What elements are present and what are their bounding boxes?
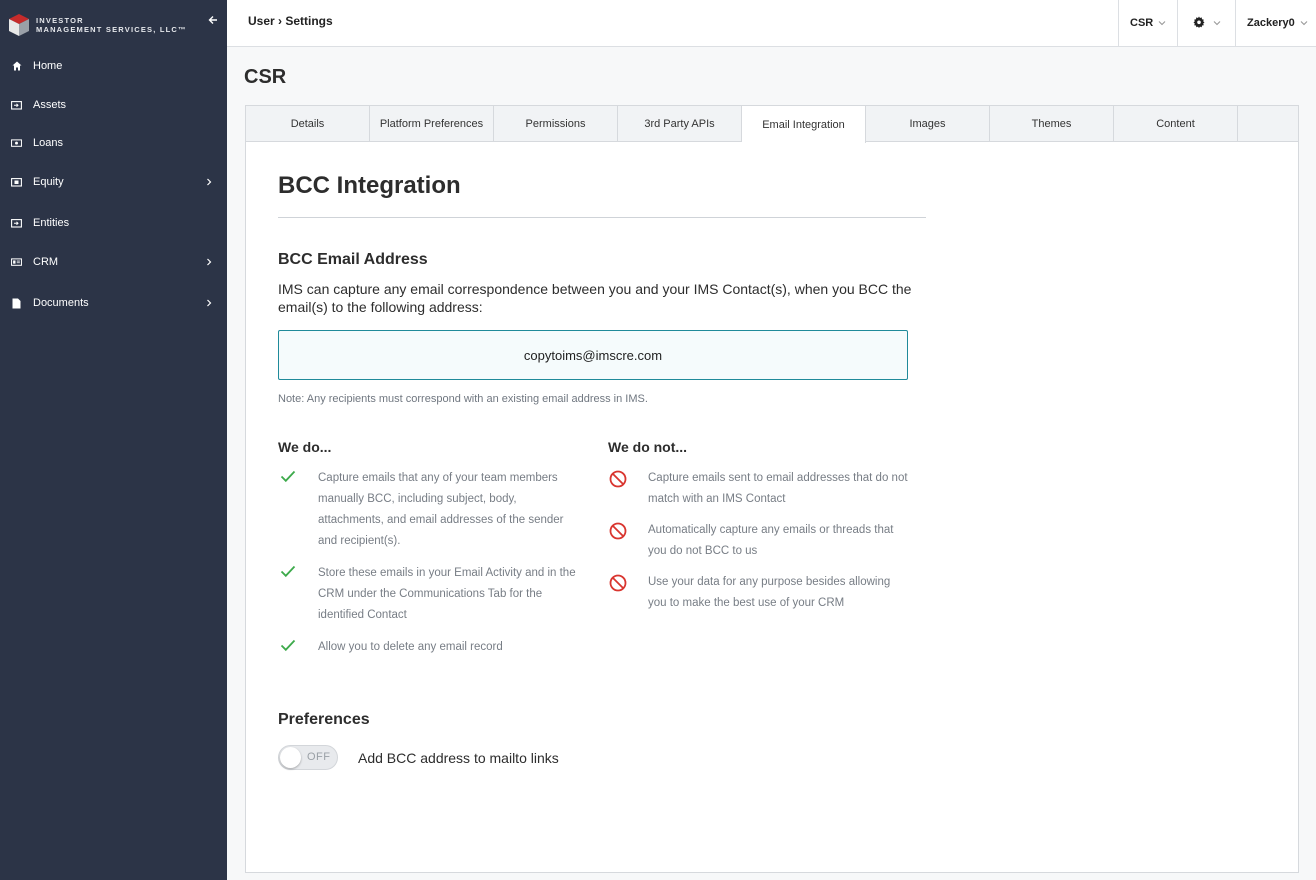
sidebar-item-crm[interactable]: CRM xyxy=(0,244,227,280)
we-do-text: Store these emails in your Email Activit… xyxy=(318,567,576,621)
tab-images[interactable]: Images xyxy=(866,106,990,142)
topbar-divider xyxy=(1177,0,1178,46)
tab-email-integration[interactable]: Email Integration xyxy=(742,106,866,143)
page-title: CSR xyxy=(244,66,287,88)
assets-icon xyxy=(11,100,22,111)
we-do-item: Store these emails in your Email Activit… xyxy=(278,563,578,626)
sidebar-item-label: Equity xyxy=(33,176,64,188)
org-switcher[interactable]: CSR xyxy=(1130,0,1166,46)
gear-icon xyxy=(1193,16,1205,31)
tab-3rd-party-apis[interactable]: 3rd Party APIs xyxy=(618,106,742,142)
brand-logo[interactable]: INVESTOR MANAGEMENT SERVICES, LLC™ xyxy=(8,12,208,38)
settings-panel: Details Platform Preferences Permissions… xyxy=(245,105,1299,873)
we-do-not-text: Capture emails sent to email addresses t… xyxy=(648,472,908,505)
we-do-text: Capture emails that any of your team mem… xyxy=(318,472,564,547)
user-menu-button[interactable]: Zackery0 xyxy=(1247,0,1308,46)
org-name: CSR xyxy=(1130,17,1154,29)
sidebar-item-equity[interactable]: Equity xyxy=(0,164,227,200)
sidebar-item-entities[interactable]: Entities xyxy=(0,205,227,241)
sidebar-item-loans[interactable]: Loans xyxy=(0,125,227,161)
tab-content[interactable]: Content xyxy=(1114,106,1238,142)
home-icon xyxy=(11,61,22,72)
we-do-item: Allow you to delete any email record xyxy=(278,637,578,658)
topbar: User › Settings CSR Zackery0 xyxy=(227,0,1316,47)
collapse-sidebar-button[interactable] xyxy=(206,14,220,28)
checkmark-icon xyxy=(278,563,298,583)
settings-tabs: Details Platform Preferences Permissions… xyxy=(246,106,1298,143)
tabs-filler xyxy=(1238,106,1298,141)
loans-icon xyxy=(11,138,22,149)
we-do-heading: We do... xyxy=(278,439,332,455)
sidebar-item-documents[interactable]: Documents xyxy=(0,285,227,321)
equity-icon xyxy=(11,177,22,188)
sidebar-item-label: Home xyxy=(33,60,63,72)
sidebar-item-assets[interactable]: Assets xyxy=(0,87,227,123)
sidebar-item-label: CRM xyxy=(33,256,59,268)
sidebar-item-label: Documents xyxy=(33,297,89,309)
prohibited-icon xyxy=(608,468,628,488)
we-do-item: Capture emails that any of your team mem… xyxy=(278,468,578,552)
chevron-right-icon xyxy=(205,257,213,267)
toggle-state-label: OFF xyxy=(307,751,331,763)
we-do-not-heading: We do not... xyxy=(608,439,688,455)
chevron-down-icon xyxy=(1213,20,1221,26)
brand-line-2: MANAGEMENT SERVICES, LLC™ xyxy=(36,25,187,34)
entities-icon xyxy=(11,218,22,229)
bcc-note: Note: Any recipients must correspond wit… xyxy=(278,393,648,405)
bcc-address-heading: BCC Email Address xyxy=(278,251,428,268)
sidebar-item-home[interactable]: Home xyxy=(0,48,227,84)
sidebar: INVESTOR MANAGEMENT SERVICES, LLC™ Home … xyxy=(0,0,227,880)
divider xyxy=(278,217,926,218)
we-do-not-item: Use your data for any purpose besides al… xyxy=(608,572,908,614)
we-do-not-item: Capture emails sent to email addresses t… xyxy=(608,468,908,510)
bcc-description: IMS can capture any email correspondence… xyxy=(278,281,912,315)
chevron-down-icon xyxy=(1300,20,1308,26)
settings-menu-button[interactable] xyxy=(1193,0,1221,46)
brand-line-1: INVESTOR xyxy=(36,16,84,25)
tab-permissions[interactable]: Permissions xyxy=(494,106,618,142)
topbar-divider xyxy=(1118,0,1119,46)
breadcrumb: User › Settings xyxy=(248,14,333,28)
section-heading: BCC Integration xyxy=(278,172,461,199)
sidebar-item-label: Entities xyxy=(33,217,70,229)
we-do-text: Allow you to delete any email record xyxy=(318,641,503,653)
tab-themes[interactable]: Themes xyxy=(990,106,1114,142)
tab-details[interactable]: Details xyxy=(246,106,370,142)
chevron-right-icon xyxy=(205,298,213,308)
sidebar-item-label: Assets xyxy=(33,99,67,111)
sidebar-item-label: Loans xyxy=(33,137,63,149)
checkmark-icon xyxy=(278,637,298,657)
documents-icon xyxy=(11,298,22,309)
we-do-not-text: Use your data for any purpose besides al… xyxy=(648,576,891,609)
arrow-left-icon xyxy=(208,12,218,30)
user-name: Zackery0 xyxy=(1247,17,1295,29)
bcc-mailto-toggle[interactable]: OFF xyxy=(278,745,338,770)
chevron-right-icon xyxy=(205,177,213,187)
topbar-divider xyxy=(1235,0,1236,46)
crm-icon xyxy=(11,257,22,268)
bcc-email-address[interactable]: copytoims@imscre.com xyxy=(278,330,908,380)
we-do-not-item: Automatically capture any emails or thre… xyxy=(608,520,908,562)
checkmark-icon xyxy=(278,468,298,488)
toggle-knob xyxy=(280,747,301,768)
we-do-not-text: Automatically capture any emails or thre… xyxy=(648,524,894,557)
prohibited-icon xyxy=(608,572,628,592)
prohibited-icon xyxy=(608,520,628,540)
bcc-mailto-label: Add BCC address to mailto links xyxy=(358,750,559,766)
tab-platform-preferences[interactable]: Platform Preferences xyxy=(370,106,494,142)
chevron-down-icon xyxy=(1158,20,1166,26)
brand-cube-icon xyxy=(8,13,30,37)
preferences-heading: Preferences xyxy=(278,711,370,728)
